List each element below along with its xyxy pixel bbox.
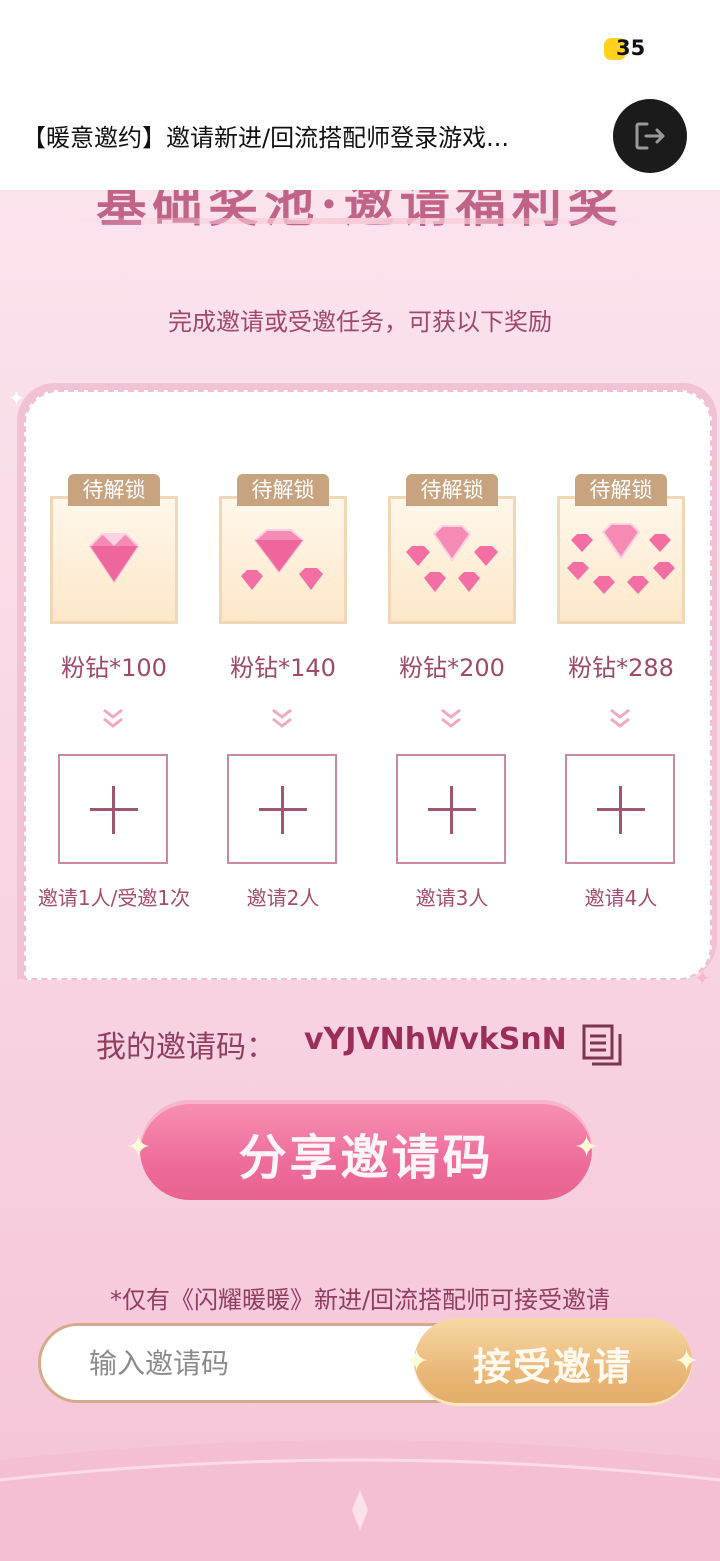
title-bar: 【暖意邀约】邀请新进/回流搭配师登录游戏... [0, 96, 720, 190]
lock-status-badge: 待解锁 [68, 474, 160, 506]
exit-icon [635, 122, 665, 150]
reward-card: ✦ ✦ 待解锁 粉钻*100 邀请1人/受邀1次 待解锁 粉钻*140 邀请2人… [8, 388, 712, 990]
decorative-ribbon [0, 1440, 720, 1561]
reward-name: 粉钻*100 [61, 654, 167, 682]
invite-page: 基础奖池·邀请福利奖 完成邀请或受邀任务，可获以下奖励 ✦ ✦ 待解锁 粉钻*1… [0, 190, 720, 1561]
battery-level: 35 [616, 36, 646, 60]
invite-slot[interactable] [396, 754, 506, 864]
chevron-double-down-icon [441, 708, 461, 728]
copy-icon[interactable] [580, 1022, 626, 1068]
reward-name: 粉钻*200 [399, 654, 505, 682]
banner-divider [60, 218, 660, 224]
invite-code-row: 我的邀请码： vYJVNhWvkSnN [0, 1022, 720, 1072]
pink-diamond-icon [406, 525, 498, 592]
sparkle-icon: ✦ [694, 968, 711, 990]
accept-invite-button[interactable]: ✦ ✦ 接受邀请 [404, 1318, 699, 1406]
plus-icon-stem [281, 786, 284, 834]
invite-code-value: vYJVNhWvkSnN [304, 1022, 567, 1057]
invite-slot[interactable] [58, 754, 168, 864]
lock-status-badge: 待解锁 [575, 474, 667, 506]
page-title: 【暖意邀约】邀请新进/回流搭配师登录游戏... [22, 124, 509, 152]
accept-button-label: 接受邀请 [472, 1344, 633, 1389]
lock-status-badge: 待解锁 [406, 474, 498, 506]
status-bar: 35 [0, 0, 720, 96]
banner-title: 基础奖池·邀请福利奖 [96, 190, 624, 233]
chevron-double-down-icon [272, 708, 292, 728]
plus-icon-stem [619, 786, 622, 834]
chevron-double-down-icon [610, 708, 630, 728]
pink-diamond-icon [241, 529, 323, 590]
reward-name: 粉钻*140 [230, 654, 336, 682]
invite-code-label: 我的邀请码： [96, 1030, 276, 1065]
plus-icon-stem [112, 786, 115, 834]
lock-status-badge: 待解锁 [237, 474, 329, 506]
sparkle-icon: ✦ [8, 388, 25, 410]
pink-diamond-icon [567, 523, 675, 594]
share-invite-code-button[interactable]: ✦ ✦ 分享邀请码 [126, 1100, 599, 1200]
exit-button[interactable] [613, 99, 687, 173]
share-button-label: 分享邀请码 [238, 1130, 494, 1186]
invite-slot[interactable] [565, 754, 675, 864]
battery-indicator: 35 [604, 36, 646, 62]
invite-eligibility-note: *仅有《闪耀暖暖》新进/回流搭配师可接受邀请 [109, 1286, 611, 1314]
reward-condition: 邀请4人 [584, 886, 658, 910]
reward-name: 粉钻*288 [568, 654, 674, 682]
pink-diamond-icon [88, 533, 140, 584]
banner-subtitle: 完成邀请或受邀任务，可获以下奖励 [168, 308, 552, 336]
invite-slot[interactable] [227, 754, 337, 864]
chevron-double-down-icon [103, 708, 123, 728]
plus-icon-stem [450, 786, 453, 834]
